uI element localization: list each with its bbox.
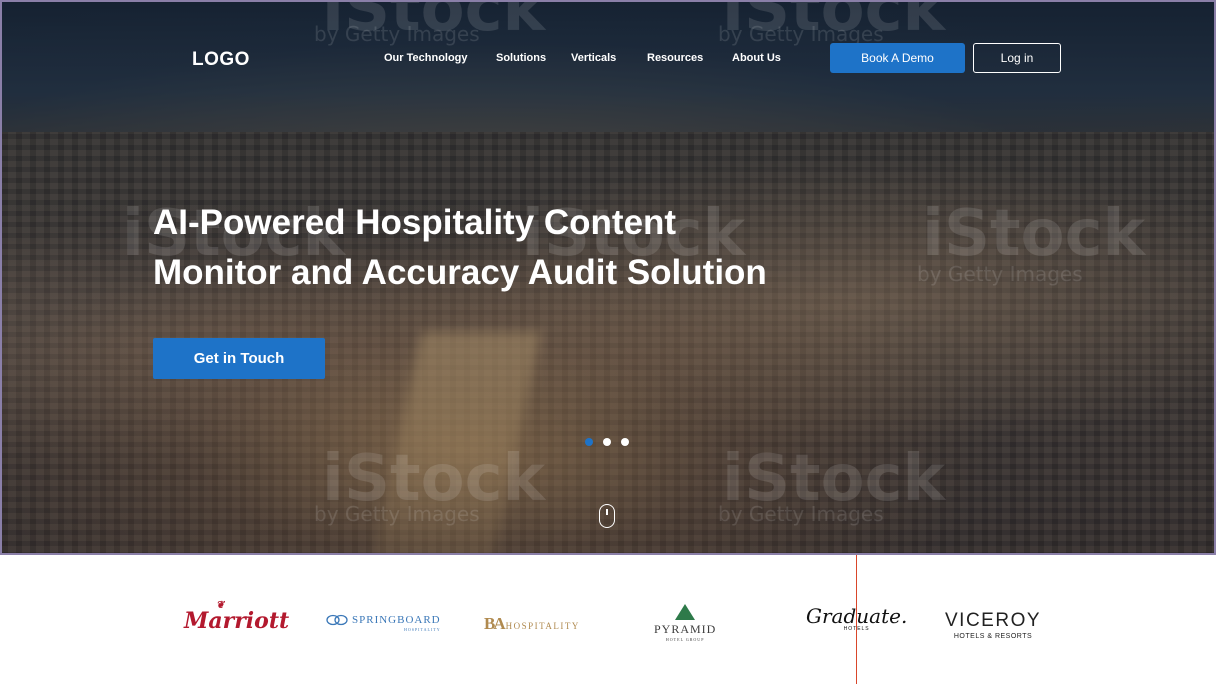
carousel-dot-3[interactable] [621,438,629,446]
marriott-emblem-icon: ❦ [216,600,225,611]
nav-verticals[interactable]: Verticals [571,52,616,64]
carousel-dots [585,438,629,446]
marriott-wordmark: Marriott [184,608,290,634]
nav-solutions[interactable]: Solutions [496,52,546,64]
hero-headline-line-1: AI-Powered Hospitality Content [153,203,677,242]
springboard-sub: HOSPITALITY [403,627,441,633]
get-in-touch-button[interactable]: Get in Touch [153,338,325,379]
hero-headline-line-2: Monitor and Accuracy Audit Solution [153,253,767,292]
watermark-sub: by Getty Images [718,502,884,526]
watermark-sub: by Getty Images [314,502,480,526]
pyramid-logo: PYRAMID HOTEL GROUP [654,604,716,642]
graduate-wordmark: Graduate. [806,604,908,628]
pyramid-wordmark: PYRAMID [654,622,717,636]
login-button[interactable]: Log in [973,43,1061,73]
viceroy-logo: VICEROY HOTELS & RESORTS [945,610,1041,640]
carousel-dot-1[interactable] [585,438,593,446]
nav-resources[interactable]: Resources [647,52,703,64]
ba-hospitality-logo: BA HOSPITALITY [484,614,580,634]
ba-mark: BA [484,614,506,633]
pyramid-icon [675,604,696,620]
pyramid-sub: HOTEL GROUP [665,637,705,642]
springboard-emblem-icon [326,615,348,626]
viceroy-wordmark: VICEROY [945,610,1042,631]
watermark-sub: by Getty Images [917,262,1083,286]
springboard-wordmark: SPRINGBOARD [352,614,441,626]
marriott-logo: ❦ Marriott [184,600,290,634]
scroll-mouse-icon[interactable] [599,504,615,528]
site-logo[interactable]: LOGO [192,49,250,71]
watermark: iStock [922,197,1146,271]
carousel-dot-2[interactable] [603,438,611,446]
book-demo-button[interactable]: Book A Demo [830,43,965,73]
ba-wordmark: HOSPITALITY [505,621,580,631]
nav-our-technology[interactable]: Our Technology [384,52,468,64]
hero-headline: AI-Powered Hospitality Content Monitor a… [153,198,853,298]
viceroy-sub: HOTELS & RESORTS [953,633,1033,640]
nav-about-us[interactable]: About Us [732,52,781,64]
graduate-logo: Graduate. HOTELS [806,604,907,632]
watermark-sub: by Getty Images [314,22,480,46]
springboard-logo: SPRINGBOARD HOSPITALITY [326,614,441,632]
